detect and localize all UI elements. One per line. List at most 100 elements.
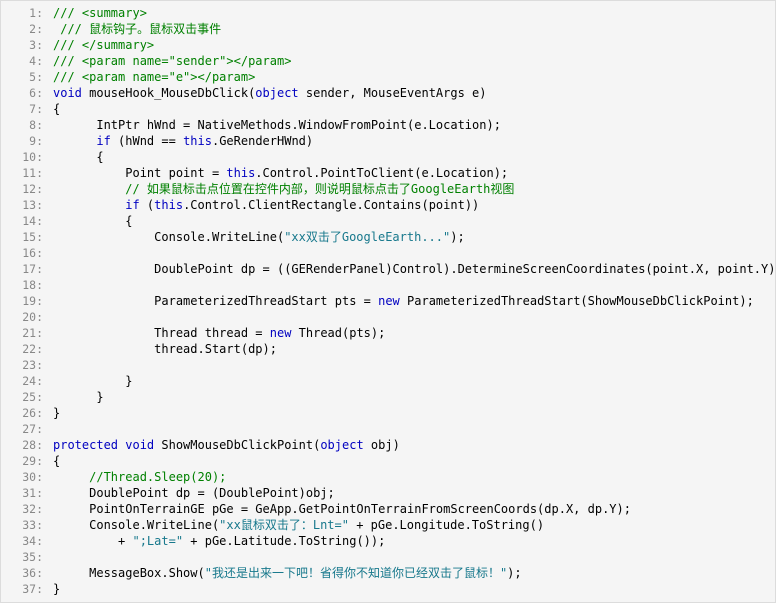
line-source: ParameterizedThreadStart pts = new Param… bbox=[43, 293, 754, 309]
token-plain: obj) bbox=[363, 438, 400, 452]
code-line: 37} bbox=[1, 581, 775, 597]
token-comment: // 如果鼠标击点位置在控件内部，则说明鼠标点击了GoogleEarth视图 bbox=[53, 182, 515, 196]
line-number: 8 bbox=[1, 117, 43, 133]
line-number: 30 bbox=[1, 469, 43, 485]
token-plain: { bbox=[53, 454, 61, 468]
token-plain: ); bbox=[507, 566, 522, 580]
token-comment: /// 鼠标钩子。鼠标双击事件 bbox=[53, 22, 222, 36]
token-comment: /// <param name="e"></param> bbox=[53, 70, 256, 84]
line-number: 20 bbox=[1, 309, 43, 325]
token-comment: /// <param name="sender"></param> bbox=[53, 54, 292, 68]
line-source: { bbox=[43, 149, 104, 165]
token-keyword: this bbox=[226, 166, 256, 180]
line-number: 25 bbox=[1, 389, 43, 405]
code-line: 27 bbox=[1, 421, 775, 437]
line-number: 19 bbox=[1, 293, 43, 309]
token-comment: /// <summary> bbox=[53, 6, 147, 20]
code-line: 13 if (this.Control.ClientRectangle.Cont… bbox=[1, 197, 775, 213]
line-number: 18 bbox=[1, 277, 43, 293]
token-keyword: protected void bbox=[53, 438, 155, 452]
token-keyword: this bbox=[183, 134, 212, 148]
line-number: 11 bbox=[1, 165, 43, 181]
token-comment: //Thread.Sleep(20); bbox=[53, 470, 227, 484]
line-source: MessageBox.Show("我还是出来一下吧！省得你不知道你已经双击了鼠标… bbox=[43, 565, 522, 581]
code-line: 25 } bbox=[1, 389, 775, 405]
token-plain: } bbox=[53, 390, 104, 404]
code-line: 12 // 如果鼠标击点位置在控件内部，则说明鼠标点击了GoogleEarth视… bbox=[1, 181, 775, 197]
line-number: 31 bbox=[1, 485, 43, 501]
token-keyword: new bbox=[378, 294, 400, 308]
code-line: 6void mouseHook_MouseDbClick(object send… bbox=[1, 85, 775, 101]
line-source: { bbox=[43, 101, 60, 117]
line-source: PointOnTerrainGE pGe = GeApp.GetPointOnT… bbox=[43, 501, 631, 517]
line-source: { bbox=[43, 453, 60, 469]
line-number: 26 bbox=[1, 405, 43, 421]
line-number: 28 bbox=[1, 437, 43, 453]
code-line: 35 bbox=[1, 549, 775, 565]
code-lines-container: 1/// <summary>2 /// 鼠标钩子。鼠标双击事件3/// </su… bbox=[1, 1, 775, 597]
token-plain: .GeRenderHWnd) bbox=[211, 134, 314, 148]
line-source: } bbox=[43, 581, 60, 597]
line-source: protected void ShowMouseDbClickPoint(obj… bbox=[43, 437, 400, 453]
token-plain: Point point = bbox=[53, 166, 227, 180]
line-number: 29 bbox=[1, 453, 43, 469]
token-keyword: if bbox=[96, 134, 111, 148]
line-number: 2 bbox=[1, 21, 43, 37]
code-line: 19 ParameterizedThreadStart pts = new Pa… bbox=[1, 293, 775, 309]
line-source: /// 鼠标钩子。鼠标双击事件 bbox=[43, 21, 221, 37]
line-source: //Thread.Sleep(20); bbox=[43, 469, 226, 485]
token-keyword: this bbox=[154, 198, 184, 212]
line-number: 4 bbox=[1, 53, 43, 69]
code-line: 18 bbox=[1, 277, 775, 293]
token-keyword: object bbox=[255, 86, 299, 100]
code-line: 21 Thread thread = new Thread(pts); bbox=[1, 325, 775, 341]
line-source: Console.WriteLine("xx鼠标双击了：Lnt=" + pGe.L… bbox=[43, 517, 544, 533]
token-keyword: if bbox=[125, 198, 140, 212]
token-plain: { bbox=[53, 150, 104, 164]
line-number: 21 bbox=[1, 325, 43, 341]
code-line: 28protected void ShowMouseDbClickPoint(o… bbox=[1, 437, 775, 453]
token-plain: DoublePoint dp = (DoublePoint)obj; bbox=[53, 486, 335, 500]
token-string: "我还是出来一下吧！省得你不知道你已经双击了鼠标！" bbox=[204, 566, 508, 580]
line-number: 10 bbox=[1, 149, 43, 165]
line-source: Thread thread = new Thread(pts); bbox=[43, 325, 385, 341]
line-source: } bbox=[43, 405, 60, 421]
code-line: 14 { bbox=[1, 213, 775, 229]
token-plain: IntPtr hWnd = NativeMethods.WindowFromPo… bbox=[53, 118, 501, 132]
token-plain: + bbox=[53, 534, 133, 548]
code-line: 9 if (hWnd == this.GeRenderHWnd) bbox=[1, 133, 775, 149]
line-source: thread.Start(dp); bbox=[43, 341, 277, 357]
token-plain: sender, MouseEventArgs e) bbox=[298, 86, 487, 100]
code-line: 15 Console.WriteLine("xx双击了GoogleEarth..… bbox=[1, 229, 775, 245]
token-keyword: object bbox=[320, 438, 364, 452]
token-string: ";Lat=" bbox=[132, 534, 184, 548]
token-plain: { bbox=[53, 214, 133, 228]
line-number: 23 bbox=[1, 357, 43, 373]
code-line: 4 /// <param name="sender"></param> bbox=[1, 53, 775, 69]
token-plain: Thread thread = bbox=[53, 326, 270, 340]
line-number: 35 bbox=[1, 549, 43, 565]
line-number: 37 bbox=[1, 581, 43, 597]
line-source: /// <param name="e"></param> bbox=[43, 69, 255, 85]
line-source: DoublePoint dp = ((GERenderPanel)Control… bbox=[43, 261, 775, 277]
token-string: "xx双击了GoogleEarth..." bbox=[284, 230, 451, 244]
token-plain: thread.Start(dp); bbox=[53, 342, 277, 356]
token-plain: .Control.PointToClient(e.Location); bbox=[255, 166, 509, 180]
line-number: 3 bbox=[1, 37, 43, 53]
token-plain: } bbox=[53, 374, 133, 388]
line-number: 16 bbox=[1, 245, 43, 261]
line-source: // 如果鼠标击点位置在控件内部，则说明鼠标点击了GoogleEarth视图 bbox=[43, 181, 514, 197]
code-line: 8 IntPtr hWnd = NativeMethods.WindowFrom… bbox=[1, 117, 775, 133]
code-line: 36 MessageBox.Show("我还是出来一下吧！省得你不知道你已经双击… bbox=[1, 565, 775, 581]
line-source: IntPtr hWnd = NativeMethods.WindowFromPo… bbox=[43, 117, 501, 133]
code-line: 31 DoublePoint dp = (DoublePoint)obj; bbox=[1, 485, 775, 501]
line-source: if (this.Control.ClientRectangle.Contain… bbox=[43, 197, 479, 213]
token-plain: Thread(pts); bbox=[291, 326, 386, 340]
code-line: 33 Console.WriteLine("xx鼠标双击了：Lnt=" + pG… bbox=[1, 517, 775, 533]
token-plain: Console.WriteLine( bbox=[53, 518, 220, 532]
token-plain: .Control.ClientRectangle.Contains(point)… bbox=[183, 198, 480, 212]
code-line: 20 bbox=[1, 309, 775, 325]
code-line: 29 { bbox=[1, 453, 775, 469]
token-plain: ParameterizedThreadStart(ShowMouseDbClic… bbox=[399, 294, 754, 308]
line-source: /// <summary> bbox=[43, 5, 147, 21]
